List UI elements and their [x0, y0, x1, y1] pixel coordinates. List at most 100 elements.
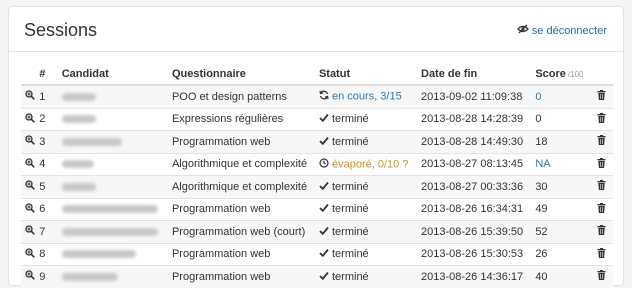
candidat-name-blurred	[61, 250, 136, 259]
trash-icon[interactable]	[597, 270, 606, 283]
col-header-statut[interactable]: Statut	[314, 63, 417, 86]
candidat-cell	[57, 130, 168, 153]
check-icon	[319, 226, 329, 238]
candidat-name-blurred	[61, 272, 118, 281]
check-icon	[319, 113, 329, 125]
statut-cell: terminé	[314, 107, 417, 131]
score-header-label: Score	[535, 67, 566, 80]
zoom-in-icon[interactable]	[25, 203, 35, 216]
candidat-name-blurred	[61, 92, 96, 101]
zoom-in-icon[interactable]	[25, 90, 35, 103]
logout-link[interactable]: se déconnecter	[516, 24, 607, 37]
delete-cell	[590, 197, 613, 221]
zoom-in-icon[interactable]	[25, 248, 35, 261]
trash-icon[interactable]	[597, 135, 606, 148]
score-value: 18	[535, 135, 548, 148]
status-text: terminé	[332, 225, 369, 238]
delete-cell	[590, 242, 613, 266]
trash-icon[interactable]	[597, 90, 606, 103]
col-header-date-fin[interactable]: Date de fin	[417, 63, 532, 86]
score-cell: 0	[531, 107, 591, 131]
zoom-cell	[21, 175, 36, 198]
score-cell[interactable]: NA	[531, 152, 591, 176]
statut-cell: terminé	[314, 130, 417, 153]
score-value: 30	[535, 180, 548, 193]
candidat-cell	[57, 152, 168, 176]
questionnaire-cell: POO et design patterns	[167, 84, 315, 108]
candidat-cell	[57, 220, 168, 243]
candidat-cell	[57, 242, 168, 266]
status-text: terminé	[332, 203, 369, 216]
trash-icon[interactable]	[597, 180, 606, 193]
check-icon	[319, 203, 329, 215]
date-fin-cell: 2013-08-26 16:34:31	[417, 197, 532, 221]
panel-header: Sessions se déconnecter	[9, 7, 623, 52]
col-header-actions	[590, 63, 613, 86]
statut-cell: terminé	[314, 175, 417, 198]
zoom-in-icon[interactable]	[25, 180, 35, 193]
delete-cell	[590, 265, 613, 288]
row-number: 9	[35, 265, 58, 288]
page-title: Sessions	[24, 20, 98, 40]
trash-icon[interactable]	[597, 225, 606, 238]
status-text: en cours, 3/15	[332, 90, 402, 103]
score-cell[interactable]: 0	[531, 84, 591, 108]
refresh-icon	[319, 90, 329, 103]
delete-cell	[590, 130, 613, 153]
questionnaire-cell: Programmation web	[167, 242, 315, 266]
questionnaire-cell: Programmation web	[167, 130, 315, 153]
statut-cell: évaporé, 0/10 ?	[314, 152, 417, 176]
candidat-name-blurred	[61, 227, 158, 236]
col-header-questionnaire[interactable]: Questionnaire	[167, 63, 315, 86]
zoom-cell	[21, 152, 36, 176]
clock-icon	[319, 158, 329, 171]
col-header-score[interactable]: Score/100	[531, 63, 591, 86]
zoom-in-icon[interactable]	[25, 225, 35, 238]
col-header-num: #	[35, 63, 58, 86]
zoom-cell	[21, 242, 36, 266]
table-row: 2 Expressions régulières terminé 2013-08-2…	[21, 107, 613, 131]
sessions-table: # Candidat Questionnaire Statut Date de …	[21, 63, 613, 288]
date-fin-cell: 2013-08-26 14:36:17	[417, 265, 532, 288]
table-row: 4 Algorithmique et complexité évaporé, 0/…	[21, 152, 613, 176]
delete-cell	[590, 175, 613, 198]
score-cell: 49	[531, 197, 591, 221]
candidat-name-blurred	[61, 160, 94, 169]
status-text: terminé	[332, 248, 369, 261]
col-header-candidat[interactable]: Candidat	[57, 63, 168, 86]
row-number: 2	[35, 107, 58, 131]
row-number: 8	[35, 242, 58, 266]
row-number: 4	[35, 152, 58, 176]
zoom-in-icon[interactable]	[25, 270, 35, 283]
table-row: 6 Programmation web terminé 2013-08-26 16:…	[21, 197, 613, 221]
row-number: 6	[35, 197, 58, 221]
trash-icon[interactable]	[597, 247, 606, 261]
row-number: 3	[35, 130, 58, 153]
row-number: 7	[35, 220, 58, 243]
table-header-row: # Candidat Questionnaire Statut Date de …	[21, 63, 613, 86]
trash-icon[interactable]	[597, 202, 606, 216]
status-text: terminé	[332, 113, 369, 126]
table-row: 9 Programmation web terminé 2013-08-26 14:…	[21, 265, 613, 288]
table-row: 7 Programmation web (court) terminé 2013-0…	[21, 220, 613, 243]
table-row: 5 Algorithmique et complexité terminé 2013…	[21, 175, 613, 198]
candidat-cell	[57, 265, 168, 288]
trash-icon[interactable]	[597, 112, 606, 126]
col-header-zoom	[21, 63, 36, 86]
candidat-name-blurred	[61, 115, 96, 124]
date-fin-cell: 2013-08-27 00:33:36	[417, 175, 532, 198]
score-cell: 52	[531, 220, 591, 243]
zoom-in-icon[interactable]	[25, 113, 35, 126]
row-number: 5	[35, 175, 58, 198]
candidat-name-blurred	[61, 137, 122, 146]
delete-cell	[590, 84, 613, 108]
check-icon	[319, 271, 329, 283]
statut-cell: terminé	[314, 242, 417, 266]
score-cell: 30	[531, 175, 591, 198]
score-value: 49	[535, 203, 548, 216]
zoom-in-icon[interactable]	[25, 135, 35, 148]
trash-icon[interactable]	[597, 157, 606, 171]
status-text: terminé	[332, 135, 369, 148]
statut-cell: terminé	[314, 197, 417, 221]
zoom-in-icon[interactable]	[25, 158, 35, 171]
